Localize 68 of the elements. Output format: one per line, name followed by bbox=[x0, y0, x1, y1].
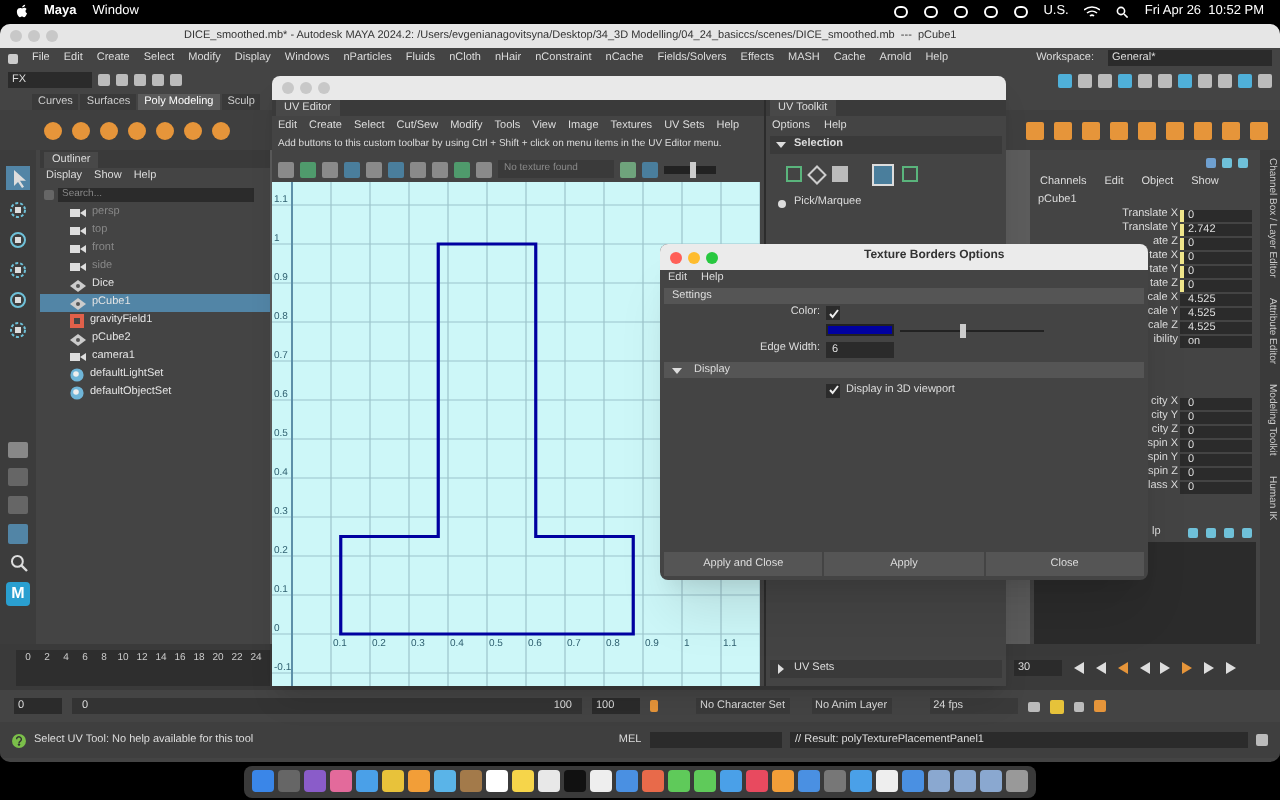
app-icon[interactable] bbox=[486, 770, 508, 792]
paint-select-icon[interactable] bbox=[8, 230, 28, 250]
play-icon[interactable] bbox=[1160, 661, 1172, 673]
set-node-icon bbox=[70, 368, 84, 382]
app-icon[interactable] bbox=[538, 770, 560, 792]
app-icon[interactable] bbox=[928, 770, 950, 792]
search-icon[interactable] bbox=[9, 554, 27, 572]
app-icon[interactable] bbox=[382, 770, 404, 792]
search-icon[interactable] bbox=[1116, 5, 1129, 17]
collapse-triangle-icon[interactable] bbox=[776, 140, 786, 150]
app-icon[interactable] bbox=[668, 770, 690, 792]
slider-thumb[interactable] bbox=[960, 323, 967, 337]
app-icon[interactable] bbox=[460, 770, 482, 792]
wifi-icon[interactable] bbox=[1084, 5, 1101, 17]
app-icon[interactable] bbox=[434, 770, 456, 792]
checkbox[interactable] bbox=[826, 306, 840, 320]
camera-icon bbox=[70, 262, 86, 272]
app-icon[interactable] bbox=[356, 770, 378, 792]
app-icon[interactable] bbox=[694, 770, 716, 792]
app-icon[interactable] bbox=[720, 770, 742, 792]
app-icon[interactable] bbox=[876, 770, 898, 792]
play-back-icon[interactable] bbox=[1138, 661, 1150, 673]
transform-node-icon bbox=[70, 333, 86, 345]
collapse-triangle-icon[interactable] bbox=[672, 365, 682, 375]
app-icon[interactable] bbox=[330, 770, 352, 792]
app-icon[interactable] bbox=[902, 770, 924, 792]
apple-logo-icon[interactable] bbox=[16, 4, 28, 18]
app-icon[interactable] bbox=[798, 770, 820, 792]
lasso-select-icon[interactable] bbox=[8, 200, 28, 220]
app-icon[interactable] bbox=[850, 770, 872, 792]
skip-forward-icon[interactable] bbox=[1226, 661, 1238, 673]
skip-back-icon[interactable] bbox=[1072, 661, 1084, 673]
scale-tool-icon[interactable] bbox=[8, 320, 28, 340]
app-icon[interactable] bbox=[642, 770, 664, 792]
set-node-icon bbox=[70, 386, 84, 400]
app-icon[interactable] bbox=[408, 770, 430, 792]
key-back-icon[interactable] bbox=[1116, 661, 1128, 673]
camera-icon bbox=[70, 244, 86, 254]
grid-icon[interactable] bbox=[902, 166, 918, 182]
camera-icon bbox=[70, 208, 86, 218]
key-forward-icon[interactable] bbox=[1182, 661, 1194, 673]
app-icon[interactable] bbox=[616, 770, 638, 792]
radio-button[interactable] bbox=[778, 199, 786, 207]
app-icon[interactable] bbox=[512, 770, 534, 792]
checkbox[interactable] bbox=[826, 383, 840, 397]
exposure-slider[interactable] bbox=[664, 165, 716, 173]
app-icon[interactable] bbox=[746, 770, 768, 792]
transform-node-icon bbox=[70, 279, 86, 291]
camera-icon bbox=[70, 226, 86, 236]
expand-triangle-icon[interactable] bbox=[776, 664, 786, 674]
app-icon[interactable] bbox=[1006, 770, 1028, 792]
app-icon[interactable] bbox=[590, 770, 612, 792]
app-icon[interactable] bbox=[954, 770, 976, 792]
slider-thumb[interactable] bbox=[689, 161, 696, 177]
color-swatch[interactable] bbox=[826, 324, 894, 336]
help-icon[interactable] bbox=[12, 733, 26, 747]
camera-icon bbox=[70, 352, 86, 362]
rotate-tool-icon[interactable] bbox=[8, 290, 28, 310]
marquee-icon[interactable] bbox=[786, 166, 802, 182]
app-icon[interactable] bbox=[772, 770, 794, 792]
field-node-icon bbox=[70, 314, 84, 328]
app-icon[interactable] bbox=[252, 770, 274, 792]
step-back-icon[interactable] bbox=[1094, 661, 1106, 673]
step-forward-icon[interactable] bbox=[1204, 661, 1216, 673]
app-icon[interactable] bbox=[980, 770, 1002, 792]
move-tool-icon[interactable] bbox=[8, 260, 28, 280]
transform-node-icon bbox=[70, 297, 86, 309]
grid-select-icon[interactable] bbox=[872, 163, 894, 185]
